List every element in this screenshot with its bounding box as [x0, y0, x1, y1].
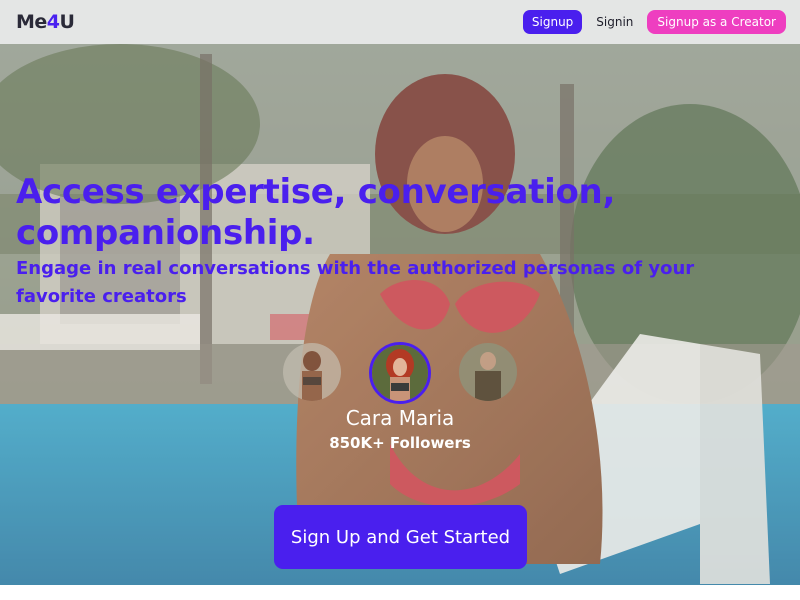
logo-text-u: U — [59, 11, 75, 33]
site-logo[interactable]: Me4U — [16, 11, 75, 33]
creator-photo-previous — [283, 343, 341, 401]
hero-tint-overlay — [0, 44, 800, 585]
header-actions: Signup Signin Signup as a Creator — [522, 10, 786, 34]
hero-subheadline: Engage in real conversations with the au… — [16, 258, 695, 307]
signup-button[interactable]: Signup — [522, 10, 583, 34]
featured-creator-followers: 850K+ Followers — [329, 434, 471, 452]
featured-creator-name: Cara Maria — [345, 406, 455, 430]
page-footer-strip — [0, 585, 800, 600]
hero-section: Access expertise, conversation, companio… — [0, 44, 800, 585]
signin-link[interactable]: Signin — [594, 15, 635, 29]
top-navigation-bar: Me4U Signup Signin Signup as a Creator — [0, 0, 800, 44]
creator-avatar-previous[interactable] — [283, 343, 341, 401]
creator-avatar-selected[interactable] — [369, 342, 431, 404]
logo-text-4: 4 — [46, 11, 60, 33]
logo-text-me: Me — [16, 11, 47, 33]
signup-as-creator-button[interactable]: Signup as a Creator — [647, 10, 786, 34]
signup-get-started-button[interactable]: Sign Up and Get Started — [274, 505, 527, 569]
creator-photo-next — [459, 343, 517, 401]
creator-avatar-next[interactable] — [459, 343, 517, 401]
hero-headline: Access expertise, conversation, companio… — [16, 172, 616, 253]
creator-photo-selected — [372, 345, 428, 401]
